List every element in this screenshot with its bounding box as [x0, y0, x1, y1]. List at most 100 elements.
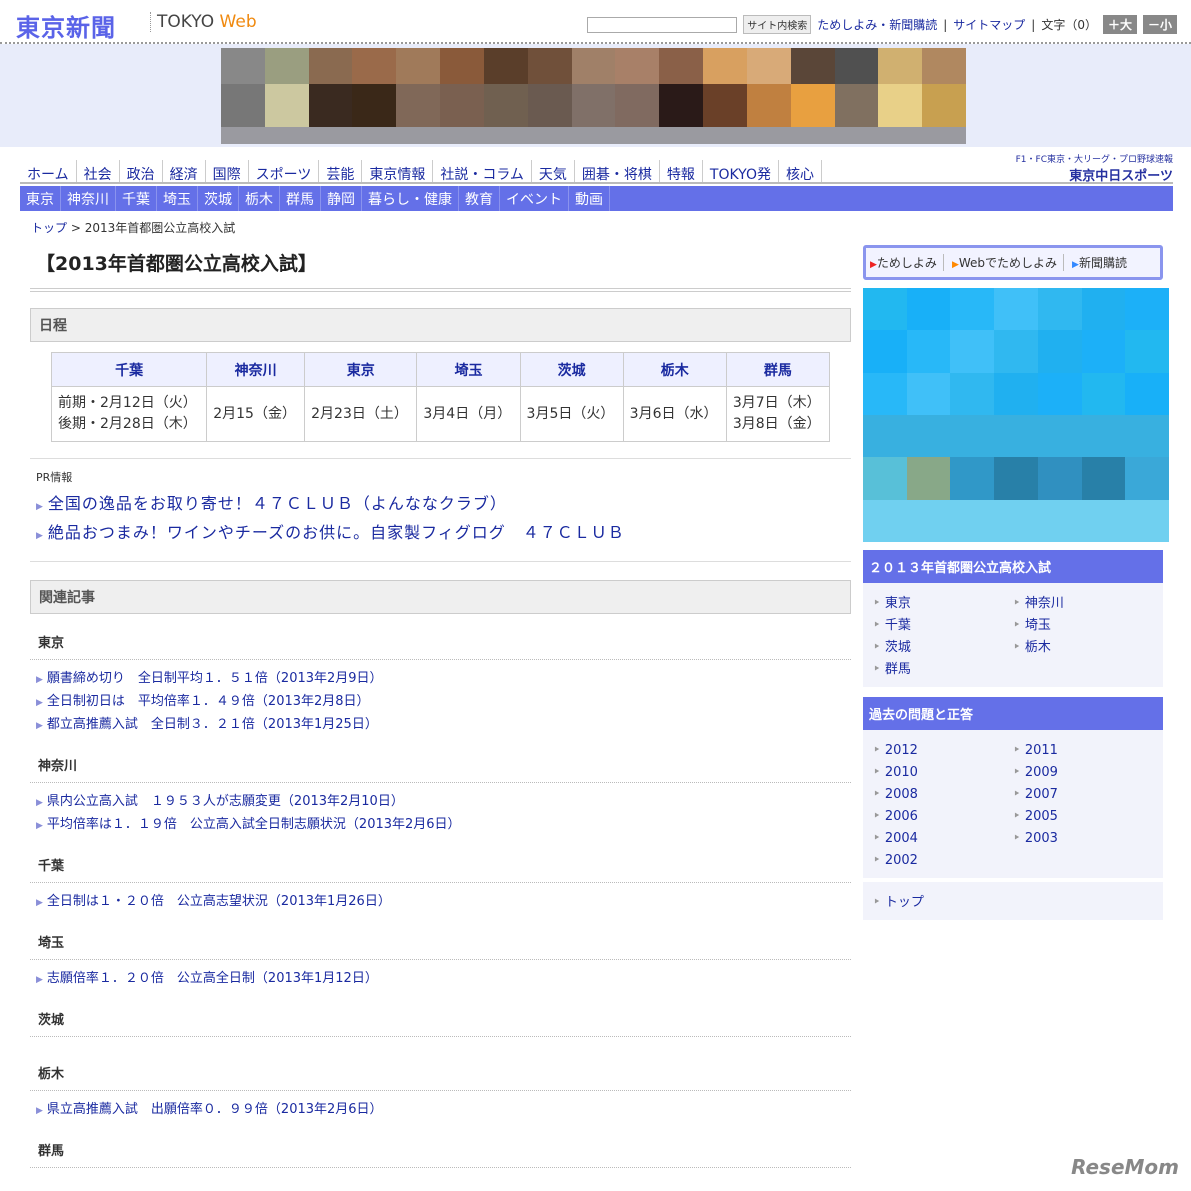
nav-item[interactable]: 東京情報: [362, 160, 434, 183]
region-nav-item[interactable]: 埼玉: [157, 186, 198, 211]
ad-banner[interactable]: [0, 44, 1191, 147]
side-ad-image[interactable]: [863, 288, 1169, 542]
nav-item[interactable]: 芸能: [319, 160, 363, 183]
related-link-text: 志願倍率１．２０倍 公立高全日制（2013年1月12日）: [46, 971, 378, 986]
ad-pixel: [264, 127, 309, 144]
side-link[interactable]: 埼玉: [1013, 615, 1153, 637]
region-nav-item[interactable]: 暮らし・健康: [362, 186, 459, 211]
related-group-title: 東京: [30, 614, 851, 660]
related-link[interactable]: ▶ 志願倍率１．２０倍 公立高全日制（2013年1月12日）: [30, 968, 851, 991]
subscribe-box: ▶ためしよみ ▶Webでためしよみ ▶新聞購読: [863, 245, 1163, 280]
side-link[interactable]: 2003: [1013, 828, 1153, 850]
related-link[interactable]: ▶ 県立高推薦入試 出願倍率０．９９倍（2013年2月6日）: [30, 1099, 851, 1122]
schedule-header: 神奈川: [206, 352, 306, 387]
chunichi-name: 東京中日スポーツ: [1069, 169, 1173, 184]
region-nav-item[interactable]: 神奈川: [61, 186, 116, 211]
ad-pixel: [1037, 499, 1082, 542]
nav-item[interactable]: 経済: [163, 160, 206, 183]
pr-link[interactable]: ▶ 全国の逸品をお取り寄せ！４７ＣＬＵＢ（よんななクラブ）: [36, 491, 845, 520]
arrow-icon: ▶: [36, 502, 44, 512]
tokyo-web-logo[interactable]: TOKYO Web: [150, 12, 257, 32]
nav-item[interactable]: ホーム: [20, 160, 77, 183]
region-nav-item[interactable]: 千葉: [116, 186, 157, 211]
nav-item[interactable]: 核心: [779, 160, 822, 183]
ad-pixel: [950, 414, 995, 458]
schedule-cell: 3月7日（木） 3月8日（金）: [725, 386, 831, 442]
site-search-input[interactable]: [587, 16, 738, 33]
trial-subscribe-link[interactable]: ためしよみ・新聞購読: [817, 16, 937, 33]
nav-item[interactable]: 特報: [660, 160, 703, 183]
ad-pixel: [1125, 499, 1169, 542]
side-link[interactable]: 茨城: [873, 637, 1013, 659]
related-link[interactable]: ▶ 平均倍率は１．１９倍 公立高入試全日制志願状況（2013年2月6日）: [30, 814, 851, 837]
schedule-cell: 前期・2月12日（火） 後期・2月28日（木）: [50, 386, 208, 442]
text-bigger-button[interactable]: ＋大: [1102, 15, 1137, 34]
ad-pixel: [863, 457, 907, 500]
region-nav-item[interactable]: 群馬: [280, 186, 321, 211]
related-group: 栃木 ▶ 県立高推薦入試 出願倍率０．９９倍（2013年2月6日）: [30, 1045, 851, 1122]
region-nav-item[interactable]: 茨城: [198, 186, 239, 211]
related-link[interactable]: ▶ 全日制初日は 平均倍率１．４９倍（2013年2月8日）: [30, 691, 851, 714]
side-link[interactable]: 2012: [873, 740, 1013, 762]
ad-image[interactable]: [221, 48, 966, 144]
side-link[interactable]: 2004: [873, 828, 1013, 850]
side-link[interactable]: 2002: [873, 850, 1013, 872]
ad-pixel: [483, 84, 528, 127]
related-link[interactable]: ▶ 県内公立高入試 １９５３人が志願変更（2013年2月10日）: [30, 791, 851, 814]
side-link[interactable]: 群馬: [873, 659, 1013, 681]
nav-item[interactable]: 天気: [532, 160, 575, 183]
ad-pixel: [615, 48, 660, 84]
nav-item[interactable]: TOKYO発: [703, 160, 779, 183]
chunichi-sports-link[interactable]: F1・FC東京・大リーグ・プロ野球速報 東京中日スポーツ: [1016, 152, 1173, 184]
side-link[interactable]: 東京: [873, 593, 1013, 615]
region-nav-item[interactable]: 動画: [569, 186, 610, 211]
site-search-button[interactable]: サイト内検索: [743, 15, 812, 34]
ad-pixel: [396, 84, 441, 127]
side-link[interactable]: 2007: [1013, 784, 1153, 806]
side-link[interactable]: 神奈川: [1013, 593, 1153, 615]
related-link[interactable]: ▶ 全日制は１・２０倍 公立高志望状況（2013年1月26日）: [30, 891, 851, 914]
subscribe-link[interactable]: ▶新聞購読: [1072, 254, 1133, 271]
ad-pixel: [994, 288, 1038, 331]
side-link[interactable]: 栃木: [1013, 637, 1153, 659]
exam-box-title: ２０１３年首都圏公立高校入試: [863, 550, 1163, 583]
nav-item[interactable]: スポーツ: [249, 160, 320, 183]
region-nav-item[interactable]: イベント: [500, 186, 569, 211]
side-link[interactable]: 2008: [873, 784, 1013, 806]
side-link[interactable]: 2010: [873, 762, 1013, 784]
nav-item[interactable]: 社説・コラム: [433, 160, 532, 183]
side-link[interactable]: 2005: [1013, 806, 1153, 828]
main-nav: ホーム 社会 政治 経済 国際 スポーツ 芸能 東京情報 社説・コラム 天気 囲碁・将棋 特報 TOKY…: [20, 155, 1173, 184]
related-link[interactable]: ▶ 願書締め切り 全日制平均１．５１倍（2013年2月9日）: [30, 668, 851, 691]
text-size-label: 文字（0）: [1041, 18, 1097, 32]
region-nav-item[interactable]: 東京: [20, 186, 61, 211]
schedule-header: 群馬: [725, 352, 831, 387]
side-link[interactable]: 2011: [1013, 740, 1153, 762]
related-link[interactable]: ▶ 都立高推薦入試 全日制３．２１倍（2013年1月25日）: [30, 714, 851, 737]
past-exams-title: 過去の問題と正答: [863, 697, 1163, 730]
trial-link[interactable]: ▶ためしよみ: [870, 254, 944, 271]
web-trial-link[interactable]: ▶Webでためしよみ: [952, 254, 1065, 271]
text-smaller-button[interactable]: －小: [1142, 15, 1177, 34]
sitemap-link[interactable]: サイトマップ: [953, 16, 1025, 33]
side-link[interactable]: 2009: [1013, 762, 1153, 784]
pr-link[interactable]: ▶ 絶品おつまみ！ワインやチーズのお供に。自家製フィグログ ４７ＣＬＵＢ: [36, 520, 845, 549]
side-link[interactable]: 2006: [873, 806, 1013, 828]
ad-pixel: [950, 499, 995, 542]
top-link[interactable]: トップ: [873, 892, 1153, 914]
breadcrumb-top[interactable]: トップ: [31, 221, 67, 235]
ad-pixel: [615, 127, 660, 144]
nav-item[interactable]: 国際: [206, 160, 249, 183]
nav-item[interactable]: 社会: [77, 160, 120, 183]
region-nav-item[interactable]: 静岡: [321, 186, 362, 211]
nav-item[interactable]: 政治: [120, 160, 163, 183]
schedule-header: 千葉: [50, 352, 208, 387]
ad-pixel: [1081, 288, 1126, 331]
nav-item[interactable]: 囲碁・将棋: [575, 160, 660, 183]
region-nav-item[interactable]: 教育: [459, 186, 500, 211]
region-nav-item[interactable]: 栃木: [239, 186, 280, 211]
related-link-text: 県立高推薦入試 出願倍率０．９９倍（2013年2月6日）: [46, 1102, 383, 1117]
related-link-text: 全日制は１・２０倍 公立高志望状況（2013年1月26日）: [46, 894, 391, 909]
side-link[interactable]: 千葉: [873, 615, 1013, 637]
site-logo[interactable]: 東京新聞: [16, 8, 116, 43]
